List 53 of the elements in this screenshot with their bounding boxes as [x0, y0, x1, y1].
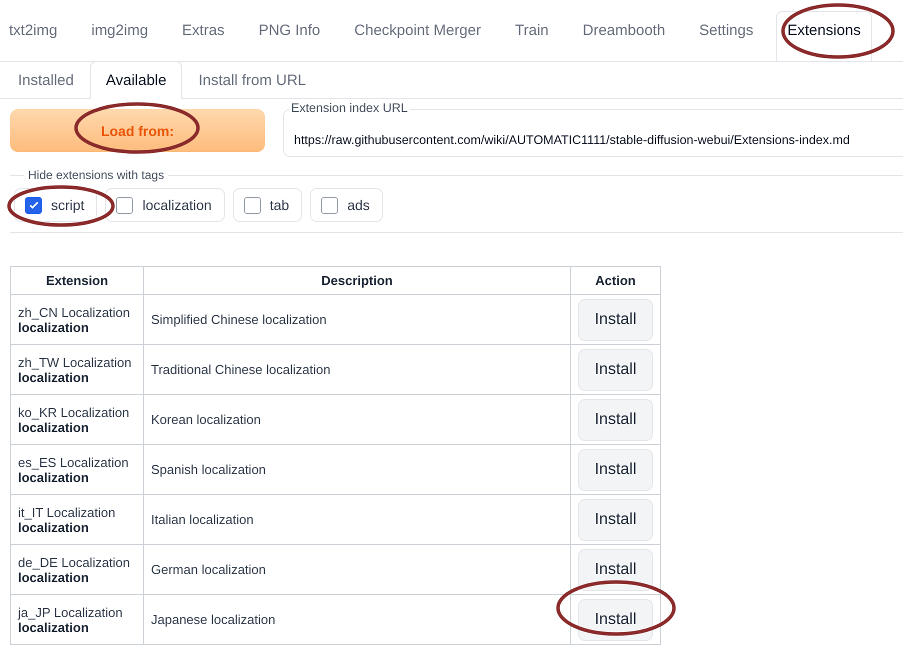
main-tab[interactable]: img2img [80, 11, 160, 61]
extension-name: zh_CN Localization [18, 304, 132, 320]
main-tab[interactable]: Extensions [776, 11, 872, 61]
extension-description: Simplified Chinese localization [151, 312, 327, 327]
checkbox[interactable] [116, 196, 134, 214]
install-button[interactable]: Install [578, 598, 653, 640]
extension-name: zh_TW Localization [18, 354, 132, 370]
extension-description: Italian localization [151, 512, 254, 527]
extension-tag: localization [18, 570, 136, 584]
extension-description: Spanish localization [151, 462, 266, 477]
main-tab[interactable]: PNG Info [248, 11, 332, 61]
extension-description: Traditional Chinese localization [151, 362, 330, 377]
column-header: Extension [10, 266, 144, 294]
tag-checkbox[interactable]: localization [105, 188, 225, 222]
tag-checkbox[interactable]: ads [310, 188, 383, 222]
main-tab[interactable]: Dreambooth [572, 11, 676, 61]
main-tab[interactable]: Extras [171, 11, 236, 61]
install-button[interactable]: Install [578, 298, 653, 340]
extension-name: it_IT Localization [18, 504, 116, 520]
tag-checkbox[interactable]: script [14, 188, 98, 222]
extension-description: Japanese localization [151, 612, 276, 627]
sub-tab[interactable]: Available [90, 61, 182, 99]
extension-name: es_ES Localization [18, 454, 130, 470]
tag-checkbox[interactable]: tab [232, 188, 302, 222]
sub-tab[interactable]: Install from URL [182, 61, 322, 99]
checkbox[interactable] [321, 196, 338, 214]
install-button[interactable]: Install [578, 448, 653, 490]
extension-tag: localization [18, 320, 136, 334]
main-tab[interactable]: Train [504, 11, 560, 61]
extension-name: ko_KR Localization [18, 404, 130, 420]
extension-tag: localization [18, 620, 136, 634]
extension-tag: localization [18, 370, 136, 384]
column-header: Action [570, 266, 660, 294]
check-icon [28, 199, 40, 211]
install-button[interactable]: Install [578, 498, 653, 540]
extension-tag: localization [18, 470, 136, 484]
group-legend: Hide extensions with tags [24, 168, 168, 182]
extension-description: German localization [151, 562, 266, 577]
main-tab[interactable]: txt2img [0, 11, 68, 61]
install-button[interactable]: Install [578, 548, 653, 590]
main-tab[interactable]: Settings [688, 11, 764, 61]
install-button[interactable]: Install [578, 348, 653, 390]
install-button[interactable]: Install [578, 398, 653, 440]
extension-name: de_DE Localization [18, 554, 132, 570]
column-header: Description [144, 266, 570, 294]
main-tab[interactable]: Checkpoint Merger [343, 11, 492, 61]
extension-name: ja_JP Localization [18, 604, 124, 620]
checkbox[interactable] [244, 196, 261, 214]
sub-tab[interactable]: Installed [2, 61, 90, 99]
extension-tag: localization [18, 520, 136, 534]
extension-description: Korean localization [151, 412, 261, 427]
checkbox[interactable] [25, 196, 42, 214]
extension-tag: localization [18, 420, 136, 434]
